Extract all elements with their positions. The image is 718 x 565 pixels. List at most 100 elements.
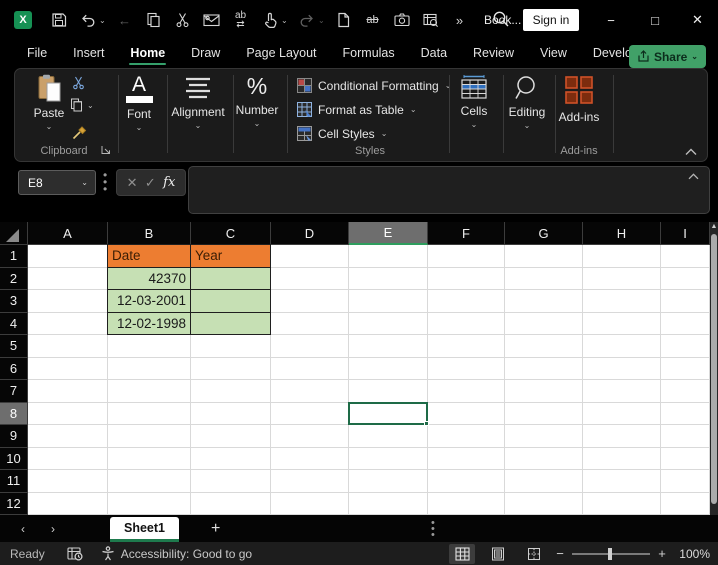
grid-cell-G8[interactable]	[505, 403, 583, 426]
tab-insert[interactable]: Insert	[60, 41, 117, 67]
screen-clip-icon[interactable]	[419, 8, 443, 32]
undo-icon[interactable]	[76, 8, 100, 32]
grid-cell-C1[interactable]: Year	[191, 245, 271, 268]
grid-cell-C5[interactable]	[191, 335, 271, 358]
grid-cell-A3[interactable]	[28, 290, 108, 313]
grid-cell-B7[interactable]	[108, 380, 191, 403]
grid-cell-H10[interactable]	[583, 448, 661, 471]
row-header-7[interactable]: 7	[0, 380, 28, 403]
format-painter-button[interactable]	[72, 125, 87, 140]
grid-cell-B12[interactable]	[108, 493, 191, 516]
grid-cell-C3[interactable]	[191, 290, 271, 313]
excel-app-icon[interactable]: X	[14, 11, 32, 29]
grid-cell-B8[interactable]	[108, 403, 191, 426]
grid-cell-D8[interactable]	[271, 403, 349, 426]
grid-cell-A5[interactable]	[28, 335, 108, 358]
scroll-up-icon[interactable]: ▲	[710, 222, 718, 232]
grid-cell-D5[interactable]	[271, 335, 349, 358]
grid-cell-G7[interactable]	[505, 380, 583, 403]
more-commands-icon[interactable]: »	[448, 8, 472, 32]
grid-cell-B10[interactable]	[108, 448, 191, 471]
zoom-slider[interactable]	[572, 553, 650, 555]
grid-cell-F4[interactable]	[428, 313, 505, 336]
page-break-preview-button[interactable]	[521, 544, 547, 564]
grid-cell-H7[interactable]	[583, 380, 661, 403]
grid-cell-D6[interactable]	[271, 358, 349, 381]
grid-cell-H12[interactable]	[583, 493, 661, 516]
grid-cell-E10[interactable]	[349, 448, 428, 471]
grid-cell-G4[interactable]	[505, 313, 583, 336]
grid-cell-I3[interactable]	[661, 290, 710, 313]
grid-cell-F7[interactable]	[428, 380, 505, 403]
grid-cell-F1[interactable]	[428, 245, 505, 268]
grid-cell-G2[interactable]	[505, 268, 583, 291]
grid-cell-E1[interactable]	[349, 245, 428, 268]
grid-cell-I11[interactable]	[661, 470, 710, 493]
grid-cell-A12[interactable]	[28, 493, 108, 516]
row-header-3[interactable]: 3	[0, 290, 28, 313]
grid-cell-F2[interactable]	[428, 268, 505, 291]
column-header-H[interactable]: H	[583, 222, 661, 245]
grid-cell-G6[interactable]	[505, 358, 583, 381]
grid-cell-I4[interactable]	[661, 313, 710, 336]
editing-menu-button[interactable]: Editing ⌄	[501, 74, 553, 130]
zoom-out-button[interactable]: −	[552, 546, 568, 561]
zoom-level-label[interactable]: 100%	[670, 547, 710, 561]
paste-button[interactable]: Paste ⌄	[29, 74, 69, 131]
collapse-formula-bar-icon[interactable]	[688, 173, 699, 180]
row-header-10[interactable]: 10	[0, 448, 28, 471]
grid-cell-I9[interactable]	[661, 425, 710, 448]
grid-cell-I2[interactable]	[661, 268, 710, 291]
grid-cell-A7[interactable]	[28, 380, 108, 403]
grid-cell-H9[interactable]	[583, 425, 661, 448]
column-header-D[interactable]: D	[271, 222, 349, 245]
name-box[interactable]: E8 ⌄	[18, 170, 96, 195]
touch-mode-icon[interactable]	[258, 8, 282, 32]
find-replace-icon[interactable]: ab⇄	[229, 8, 253, 32]
cells-menu-button[interactable]: Cells ⌄	[449, 75, 499, 129]
tab-page-layout[interactable]: Page Layout	[233, 41, 329, 67]
column-header-A[interactable]: A	[28, 222, 108, 245]
save-icon[interactable]	[47, 8, 71, 32]
grid-cell-H4[interactable]	[583, 313, 661, 336]
grid-cell-A2[interactable]	[28, 268, 108, 291]
normal-view-button[interactable]	[449, 544, 475, 564]
previous-sheet-icon[interactable]: ‹	[8, 522, 38, 536]
grid-cell-C9[interactable]	[191, 425, 271, 448]
grid-cell-D9[interactable]	[271, 425, 349, 448]
grid-cell-E4[interactable]	[349, 313, 428, 336]
tab-data[interactable]: Data	[408, 41, 460, 67]
formula-bar-drag-handle[interactable]: •••	[103, 172, 107, 193]
touch-mode-dropdown-icon[interactable]: ⌄	[281, 16, 291, 25]
grid-cell-G5[interactable]	[505, 335, 583, 358]
camera-icon[interactable]	[390, 8, 414, 32]
grid-cell-G10[interactable]	[505, 448, 583, 471]
grid-cell-C2[interactable]	[191, 268, 271, 291]
column-header-G[interactable]: G	[505, 222, 583, 245]
grid-cell-E11[interactable]	[349, 470, 428, 493]
grid-cell-C11[interactable]	[191, 470, 271, 493]
maximize-button[interactable]: □	[633, 0, 677, 40]
grid-cell-B6[interactable]	[108, 358, 191, 381]
grid-cell-I8[interactable]	[661, 403, 710, 426]
undo-dropdown-icon[interactable]: ⌄	[99, 16, 109, 25]
grid-cell-B9[interactable]	[108, 425, 191, 448]
grid-cell-G9[interactable]	[505, 425, 583, 448]
grid-cell-B1[interactable]: Date	[108, 245, 191, 268]
addins-button[interactable]: Add-ins	[555, 74, 603, 124]
grid-cell-E3[interactable]	[349, 290, 428, 313]
zoom-slider-thumb[interactable]	[608, 548, 612, 560]
grid-cell-E12[interactable]	[349, 493, 428, 516]
grid-cell-I5[interactable]	[661, 335, 710, 358]
copy-button[interactable]: ⌄	[70, 98, 98, 112]
sheetbar-more-icon[interactable]: •••	[431, 520, 435, 538]
page-layout-view-button[interactable]	[485, 544, 511, 564]
grid-cell-A4[interactable]	[28, 313, 108, 336]
vertical-scrollbar[interactable]: ▲	[710, 222, 718, 515]
vertical-scrollbar-thumb[interactable]	[711, 234, 717, 504]
row-header-6[interactable]: 6	[0, 358, 28, 381]
grid-cell-B11[interactable]	[108, 470, 191, 493]
grid-cell-A8[interactable]	[28, 403, 108, 426]
search-icon[interactable]	[492, 10, 510, 28]
grid-cell-F10[interactable]	[428, 448, 505, 471]
